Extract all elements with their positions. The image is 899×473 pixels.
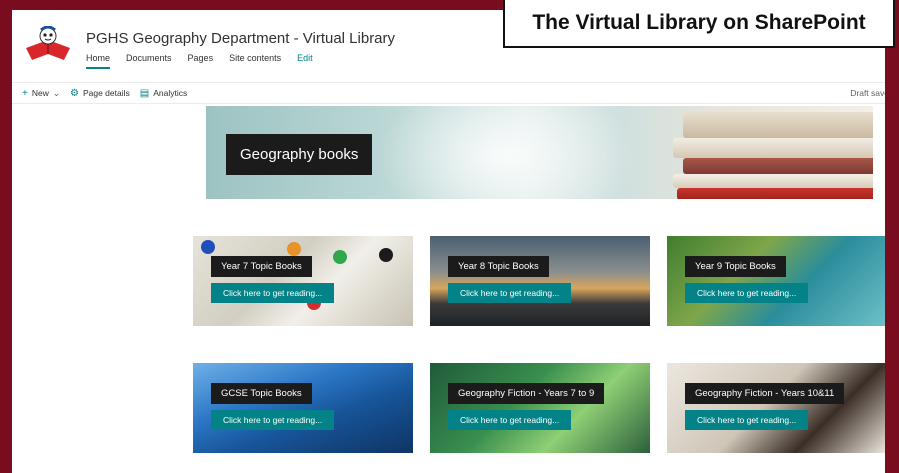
- book-image: [673, 138, 873, 158]
- read-button[interactable]: Click here to get reading...: [685, 283, 809, 303]
- read-button[interactable]: Click here to get reading...: [685, 410, 809, 430]
- site-logo-icon[interactable]: [24, 25, 72, 64]
- analytics-button[interactable]: ▤ Analytics: [140, 88, 187, 99]
- new-button[interactable]: + New ⌄: [22, 88, 60, 99]
- tile-title: Geography Fiction - Years 10&11: [685, 383, 845, 404]
- read-button[interactable]: Click here to get reading...: [211, 283, 335, 303]
- tile-title: Year 9 Topic Books: [685, 256, 786, 277]
- analytics-label: Analytics: [153, 88, 188, 98]
- pin-image: [287, 242, 301, 256]
- page-details-label: Page details: [82, 88, 130, 98]
- sharepoint-page: PGHS Geography Department - Virtual Libr…: [12, 10, 885, 473]
- tile-title: Year 7 Topic Books: [211, 256, 312, 277]
- analytics-icon: ▤: [139, 87, 150, 99]
- tile-fiction-7-9[interactable]: Geography Fiction - Years 7 to 9 Click h…: [430, 363, 650, 453]
- tile-year9[interactable]: Year 9 Topic Books Click here to get rea…: [667, 236, 885, 326]
- site-title[interactable]: PGHS Geography Department - Virtual Libr…: [86, 30, 395, 47]
- read-button[interactable]: Click here to get reading...: [211, 410, 335, 430]
- tile-title: GCSE Topic Books: [211, 383, 312, 404]
- chevron-down-icon: ⌄: [52, 87, 60, 98]
- command-bar: + New ⌄ ⚙ Page details ▤ Analytics Draft…: [12, 82, 885, 104]
- pin-image: [379, 248, 393, 262]
- frame-right: [885, 0, 899, 473]
- tile-title: Geography Fiction - Years 7 to 9: [448, 383, 605, 404]
- nav-site-contents[interactable]: Site contents: [229, 53, 281, 69]
- book-image: [673, 174, 873, 188]
- pin-image: [333, 250, 347, 264]
- new-label: New: [31, 88, 49, 98]
- pin-image: [201, 240, 215, 254]
- hero-glow: [376, 106, 636, 199]
- hero-banner[interactable]: Geography books: [206, 106, 873, 199]
- book-image: [683, 112, 873, 138]
- plus-icon: +: [22, 87, 28, 99]
- nav-documents[interactable]: Documents: [126, 53, 172, 69]
- tile-fiction-10-11[interactable]: Geography Fiction - Years 10&11 Click he…: [667, 363, 885, 453]
- read-button[interactable]: Click here to get reading...: [448, 283, 572, 303]
- tile-title: Year 8 Topic Books: [448, 256, 549, 277]
- site-navigation: Home Documents Pages Site contents Edit: [86, 53, 313, 69]
- slide-title-banner: The Virtual Library on SharePoint: [503, 0, 895, 48]
- draft-status: Draft save: [850, 88, 885, 98]
- hero-title: Geography books: [226, 134, 373, 175]
- gear-icon: ⚙: [69, 87, 79, 99]
- frame-left: [0, 0, 12, 473]
- tile-gcse[interactable]: GCSE Topic Books Click here to get readi…: [193, 363, 413, 453]
- tile-year7[interactable]: Year 7 Topic Books Click here to get rea…: [193, 236, 413, 326]
- tile-year8[interactable]: Year 8 Topic Books Click here to get rea…: [430, 236, 650, 326]
- nav-edit[interactable]: Edit: [297, 53, 313, 69]
- nav-pages[interactable]: Pages: [188, 53, 214, 69]
- nav-home[interactable]: Home: [86, 53, 111, 69]
- book-image: [683, 158, 873, 174]
- read-button[interactable]: Click here to get reading...: [448, 410, 572, 430]
- page-details-button[interactable]: ⚙ Page details: [70, 88, 130, 99]
- book-image: [677, 188, 873, 199]
